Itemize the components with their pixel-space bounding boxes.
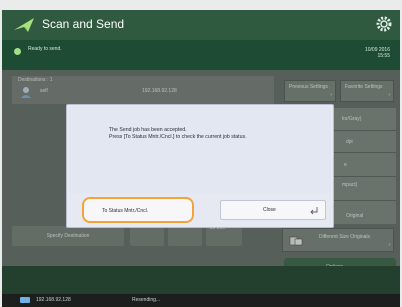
screen: Scan and Send Ready to send. 10/09 2016 … (0, 0, 402, 307)
message-line-1: The Send job has been accepted. (109, 127, 187, 133)
footer-ip: 192.168.92.128 (36, 297, 71, 303)
ready-status: Ready to send. (28, 46, 62, 52)
ready-indicator-icon (14, 48, 21, 55)
enter-icon (310, 207, 318, 215)
scan-send-icon (14, 18, 34, 32)
message-area: The Send job has been accepted. Press [T… (69, 107, 331, 193)
gear-icon[interactable] (374, 14, 394, 34)
footer: 192.168.92.128 Resending... (2, 294, 400, 307)
to-status-monitor-button[interactable]: To Status Mntr./Cncl. (82, 197, 194, 223)
date-time: 10/09 2016 15:55 (365, 47, 390, 59)
message-line-2: Press [To Status Mntr./Cncl.] to check t… (109, 134, 247, 140)
time-text: 15:55 (377, 53, 390, 59)
title-bar: Scan and Send (2, 10, 400, 40)
app-title: Scan and Send (42, 17, 125, 31)
footer-status: Resending... (132, 297, 161, 303)
close-button[interactable]: Close (220, 200, 326, 220)
network-icon (20, 297, 30, 303)
status-row: Ready to send. 10/09 2016 15:55 (2, 40, 400, 70)
